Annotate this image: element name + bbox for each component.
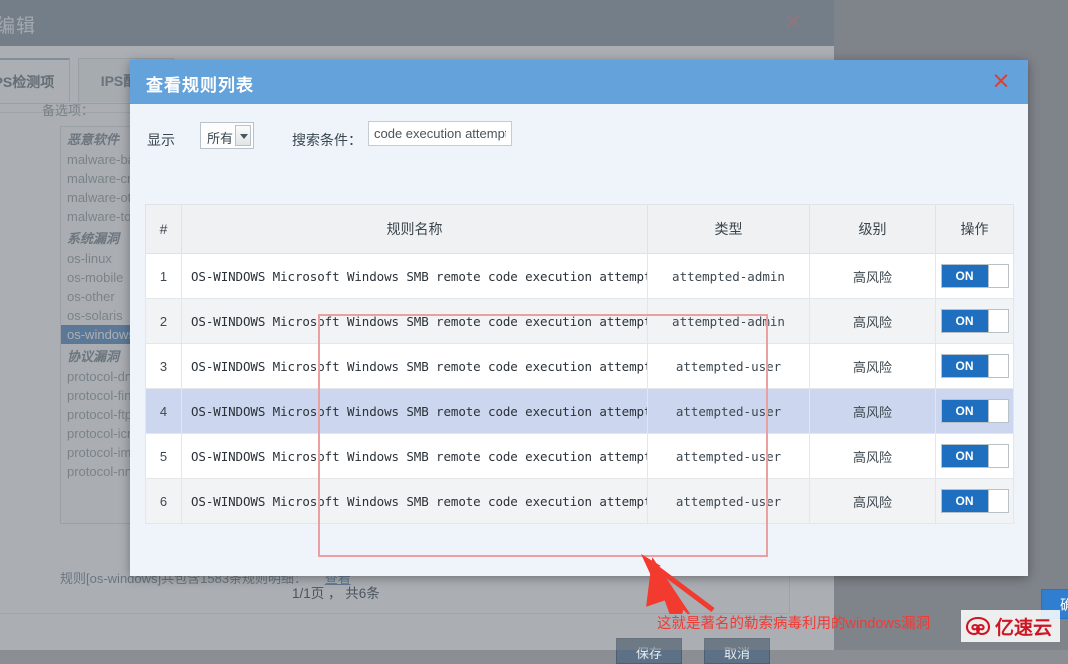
rule-table-head: # 规则名称 类型 级别 操作 [145,204,1014,254]
dialog-header: 查看规则列表 × [130,60,1028,104]
cell-rule-name: OS-WINDOWS Microsoft Windows SMB remote … [181,388,648,434]
cell-type: attempted-user [647,433,810,479]
view-rule-list-dialog: 查看规则列表 × 显示 所有 搜索条件： # 规则名称 类型 [130,60,1068,632]
search-label: 搜索条件： [292,132,362,148]
cell-rule-name: OS-WINDOWS Microsoft Windows SMB remote … [181,343,648,389]
table-header-row: # 规则名称 类型 级别 操作 [145,204,1014,254]
cell-index: 2 [145,298,182,344]
rule-enable-toggle[interactable]: ON [940,309,1009,333]
table-row[interactable]: 6 OS-WINDOWS Microsoft Windows SMB remote… [145,478,1014,524]
close-icon[interactable]: × [988,68,1014,94]
cell-rule-name: OS-WINDOWS Microsoft Windows SMB remote … [181,253,648,299]
cell-rule-name: OS-WINDOWS Microsoft Windows SMB remote … [181,298,648,344]
toggle-on-label: ON [941,310,988,332]
table-row[interactable]: 3 OS-WINDOWS Microsoft Windows SMB remote… [145,343,1014,389]
cell-index: 1 [145,253,182,299]
table-row[interactable]: 4 OS-WINDOWS Microsoft Windows SMB remote… [145,388,1014,434]
rule-enable-toggle[interactable]: ON [940,264,1009,288]
rule-table-wrapper: # 规则名称 类型 级别 操作 1 OS-WINDOWS Microsoft Wi… [145,204,1014,524]
show-select-value: 所有 [207,131,234,146]
cell-index: 4 [145,388,182,434]
cell-index: 5 [145,433,182,479]
column-header-rule-name: 规则名称 [181,204,648,254]
rule-table: # 规则名称 类型 级别 操作 1 OS-WINDOWS Microsoft Wi… [145,204,1014,524]
toggle-on-label: ON [941,445,988,467]
cell-action: ON [935,298,1014,344]
cell-rule-name: OS-WINDOWS Microsoft Windows SMB remote … [181,478,648,524]
column-header-type: 类型 [647,204,810,254]
toggle-knob [987,310,1008,332]
dialog-body: 显示 所有 搜索条件： # 规则名称 类型 级别 操作 [130,104,1028,632]
cell-index: 6 [145,478,182,524]
cell-action: ON [935,388,1014,434]
pagination-info: 1/1页 ， 共6条 [292,586,380,601]
cell-index: 3 [145,343,182,389]
cell-action: ON [935,433,1014,479]
cell-level: 高风险 [809,478,936,524]
cell-level: 高风险 [809,388,936,434]
rule-enable-toggle[interactable]: ON [940,399,1009,423]
toggle-on-label: ON [941,400,988,422]
table-row[interactable]: 5 OS-WINDOWS Microsoft Windows SMB remote… [145,433,1014,479]
dialog-title: 查看规则列表 [146,76,254,95]
show-select[interactable]: 所有 [200,122,254,149]
rule-enable-toggle[interactable]: ON [940,489,1009,513]
table-row[interactable]: 2 OS-WINDOWS Microsoft Windows SMB remote… [145,298,1014,344]
toggle-on-label: ON [941,490,988,512]
cell-level: 高风险 [809,298,936,344]
column-header-level: 级别 [809,204,936,254]
dialog-toolbar: 显示 所有 搜索条件： [130,118,1028,164]
cell-level: 高风险 [809,433,936,479]
toggle-knob [987,445,1008,467]
cell-level: 高风险 [809,253,936,299]
toggle-on-label: ON [941,265,988,287]
rule-enable-toggle[interactable]: ON [940,354,1009,378]
cloud-logo-icon [965,616,991,636]
chevron-down-icon[interactable] [235,125,251,146]
toggle-knob [987,355,1008,377]
column-header-action: 操作 [935,204,1014,254]
cell-type: attempted-user [647,388,810,434]
show-label: 显示 [147,132,175,148]
cell-action: ON [935,253,1014,299]
cell-type: attempted-user [647,478,810,524]
rule-table-body: 1 OS-WINDOWS Microsoft Windows SMB remote… [145,253,1014,524]
rule-enable-toggle[interactable]: ON [940,444,1009,468]
cell-action: ON [935,478,1014,524]
column-header-index: # [145,204,182,254]
cell-type: attempted-user [647,343,810,389]
cell-level: 高风险 [809,343,936,389]
cell-type: attempted-admin [647,298,810,344]
search-input[interactable] [368,121,512,146]
table-row[interactable]: 1 OS-WINDOWS Microsoft Windows SMB remote… [145,253,1014,299]
toggle-knob [987,400,1008,422]
cell-action: ON [935,343,1014,389]
watermark-text: 亿速云 [994,617,1052,639]
cell-rule-name: OS-WINDOWS Microsoft Windows SMB remote … [181,433,648,479]
toggle-on-label: ON [941,355,988,377]
toggle-knob [987,265,1008,287]
watermark: 亿速云 [960,610,1060,642]
cell-type: attempted-admin [647,253,810,299]
annotation-text: 这就是著名的勒索病毒利用的windows漏洞 [657,616,931,632]
toggle-knob [987,490,1008,512]
